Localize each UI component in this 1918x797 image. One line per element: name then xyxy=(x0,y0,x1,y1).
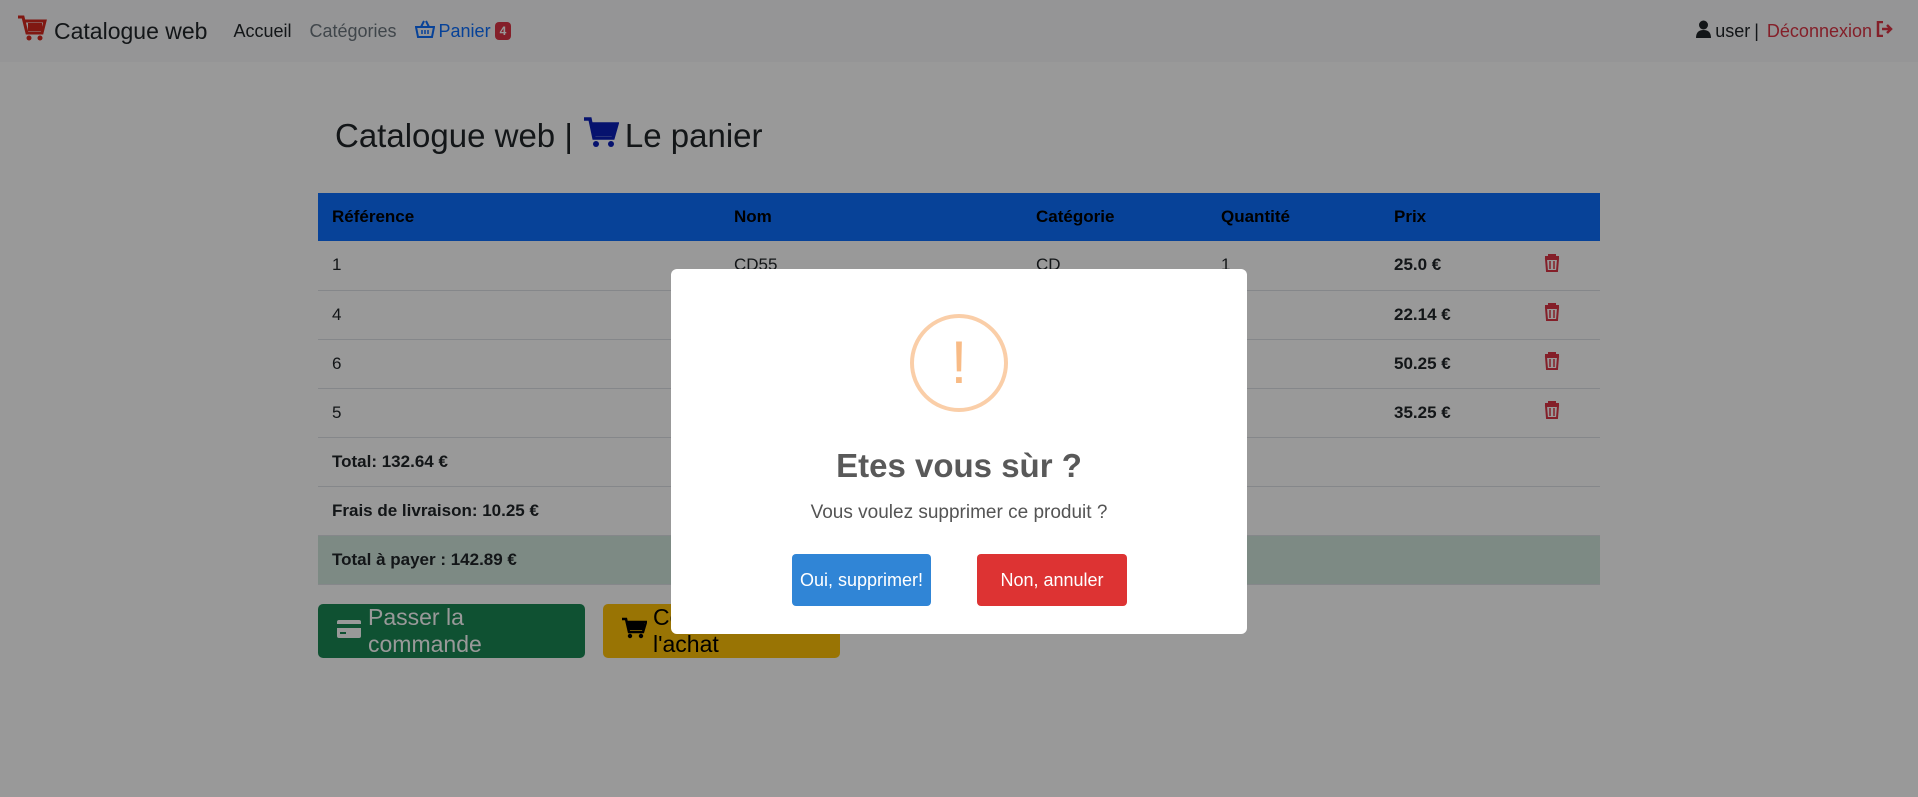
dialog-text: Vous voulez supprimer ce produit ? xyxy=(810,502,1108,523)
warning-icon: ! xyxy=(910,314,1008,412)
confirm-dialog: ! Etes vous sùr ? Vous voulez supprimer … xyxy=(671,269,1247,634)
confirm-delete-button[interactable]: Oui, supprimer! xyxy=(792,554,931,606)
cancel-button[interactable]: Non, annuler xyxy=(977,554,1127,606)
dialog-title: Etes vous sùr ? xyxy=(836,447,1082,484)
